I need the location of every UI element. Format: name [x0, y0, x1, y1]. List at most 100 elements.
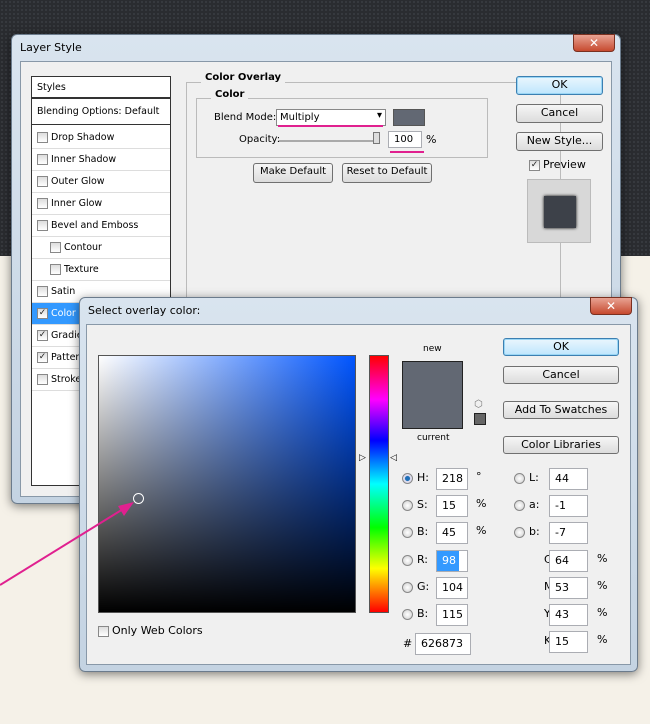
label-Bl: B: [417, 607, 429, 620]
checkbox-icon: ✓ [37, 308, 48, 319]
input-Bv[interactable]: 45 [436, 522, 468, 544]
checkbox-icon [50, 242, 61, 253]
cube-icon[interactable]: ⬡ [474, 399, 483, 410]
opacity-slider[interactable] [279, 140, 379, 142]
styles-header-label: Styles [37, 82, 66, 93]
hue-slider[interactable] [369, 355, 389, 613]
radio-Bl[interactable] [402, 609, 413, 620]
label-b: b: [529, 525, 540, 538]
new-color-swatch [402, 361, 463, 429]
hue-arrow-left-icon[interactable]: ▷ [359, 453, 366, 463]
input-K[interactable]: 15 [549, 631, 588, 653]
opacity-slider-thumb[interactable] [373, 132, 380, 144]
hash-label: # [403, 637, 413, 650]
input-L[interactable]: 44 [549, 468, 588, 490]
checkbox-icon [50, 264, 61, 275]
reset-default-button[interactable]: Reset to Default [342, 163, 432, 183]
checkbox-icon [37, 132, 48, 143]
overlay-color-swatch[interactable] [393, 109, 425, 126]
unit-Y: % [597, 606, 608, 619]
hex-input[interactable]: 626873 [415, 633, 471, 655]
style-item-label: Contour [64, 242, 102, 253]
close-button[interactable]: ✕ [590, 297, 632, 315]
checkbox-icon: ✓ [37, 352, 48, 363]
label-a: a: [529, 498, 540, 511]
style-item-label: Outer Glow [51, 176, 105, 187]
style-item[interactable]: Inner Glow [32, 193, 170, 215]
color-libraries-button[interactable]: Color Libraries [503, 436, 619, 454]
checkbox-icon: ✓ [37, 330, 48, 341]
radio-S[interactable] [402, 500, 413, 511]
radio-R[interactable] [402, 555, 413, 566]
style-item[interactable]: Bevel and Emboss [32, 215, 170, 237]
hue-arrow-right-icon[interactable]: ◁ [390, 453, 397, 463]
new-label: new [423, 344, 442, 354]
style-item-label: Satin [51, 286, 76, 297]
radio-Bv[interactable] [402, 527, 413, 538]
label-H: H: [417, 471, 429, 484]
checkbox-icon [98, 625, 109, 637]
add-to-swatches-button[interactable]: Add To Swatches [503, 401, 619, 419]
checkbox-icon [37, 198, 48, 209]
unit-H: ° [476, 470, 482, 483]
color-subgroup [196, 98, 488, 158]
unit-M: % [597, 579, 608, 592]
preview-thumbnail [527, 179, 591, 243]
input-C[interactable]: 64 [549, 550, 588, 572]
opacity-input[interactable]: 100 [388, 131, 422, 148]
input-H[interactable]: 218 [436, 468, 468, 490]
input-S[interactable]: 15 [436, 495, 468, 517]
highlight-underline [390, 151, 424, 153]
style-item[interactable]: Texture [32, 259, 170, 281]
checkbox-icon [37, 374, 48, 385]
radio-L[interactable] [514, 473, 525, 484]
style-item[interactable]: Inner Shadow [32, 149, 170, 171]
unit-Bv: % [476, 524, 487, 537]
radio-H[interactable] [402, 473, 413, 484]
close-button[interactable]: ✕ [573, 34, 615, 52]
new-style-button[interactable]: New Style... [516, 132, 603, 151]
input-Bl[interactable]: 115 [436, 604, 468, 626]
input-a[interactable]: -1 [549, 495, 588, 517]
blending-options[interactable]: Blending Options: Default [32, 101, 170, 125]
checkbox-icon: ✓ [529, 159, 540, 171]
highlight-underline [278, 125, 383, 127]
input-M[interactable]: 53 [549, 577, 588, 599]
style-item-label: Drop Shadow [51, 132, 115, 143]
checkbox-icon [37, 220, 48, 231]
styles-header[interactable]: Styles [32, 77, 170, 99]
radio-a[interactable] [514, 500, 525, 511]
picker-title: Select overlay color: [88, 304, 201, 317]
input-G[interactable]: 104 [436, 577, 468, 599]
style-item[interactable]: Outer Glow [32, 171, 170, 193]
ok-button[interactable]: OK [503, 338, 619, 356]
blend-mode-select[interactable]: Multiply ▾ [276, 109, 386, 126]
ok-button[interactable]: OK [516, 76, 603, 95]
chevron-down-icon: ▾ [376, 110, 382, 121]
label-Bv: B: [417, 525, 429, 538]
input-b[interactable]: -7 [549, 522, 588, 544]
color-picker-window: Select overlay color: ✕ ▷ ◁ new current … [79, 297, 638, 672]
window-title: Layer Style [20, 41, 82, 54]
radio-b[interactable] [514, 527, 525, 538]
style-item[interactable]: Contour [32, 237, 170, 259]
input-Y[interactable]: 43 [549, 604, 588, 626]
style-item[interactable]: Drop Shadow [32, 127, 170, 149]
make-default-button[interactable]: Make Default [253, 163, 333, 183]
checkbox-icon [37, 176, 48, 187]
pointer-arrow [0, 502, 134, 586]
input-R[interactable]: 98 [436, 550, 468, 572]
radio-G[interactable] [402, 582, 413, 593]
preview-label: Preview [543, 158, 586, 171]
unit-C: % [597, 552, 608, 565]
style-item-label: Bevel and Emboss [51, 220, 139, 231]
label-R: R: [417, 553, 429, 566]
preview-checkbox[interactable]: ✓ Preview [529, 158, 586, 171]
blending-label: Blending Options: Default [37, 106, 160, 117]
web-safe-swatch[interactable] [474, 413, 486, 425]
cancel-button[interactable]: Cancel [516, 104, 603, 123]
cancel-button[interactable]: Cancel [503, 366, 619, 384]
only-web-colors-checkbox[interactable]: Only Web Colors [98, 624, 203, 637]
label-G: G: [417, 580, 430, 593]
opacity-label: Opacity: [239, 134, 281, 145]
